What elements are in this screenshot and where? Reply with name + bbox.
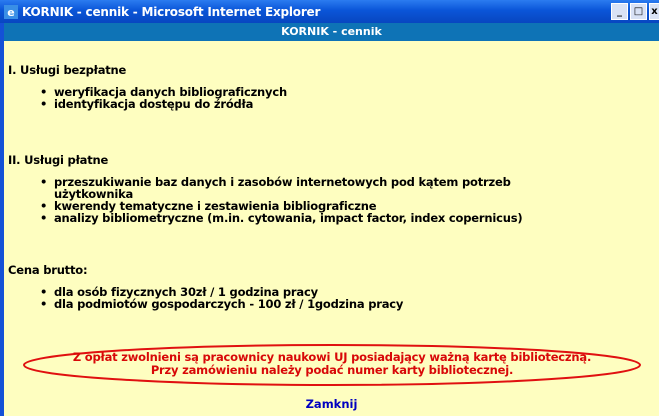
minimize-button[interactable]: _	[611, 3, 628, 20]
list-item: analizy bibliometryczne (m.in. cytowania…	[40, 212, 523, 224]
close-link[interactable]: Zamknij	[4, 397, 659, 411]
section-title: Cena brutto:	[8, 263, 88, 277]
svg-text:e: e	[7, 6, 14, 19]
maximize-button[interactable]: □	[630, 3, 647, 20]
window-controls: _ □ x	[611, 3, 659, 20]
internet-explorer-icon: e	[4, 4, 18, 19]
notice-text: Z opłat zwolnieni są pracownicy naukowi …	[22, 351, 642, 377]
section-title: I. Usługi bezpłatne	[8, 63, 127, 77]
paid-services-list: przeszukiwanie baz danych i zasobów inte…	[4, 176, 523, 224]
list-item: identyfikacja dostępu do źródła	[40, 98, 287, 110]
section-price: Cena brutto: dla osób fizycznych 30zł / …	[4, 263, 403, 319]
list-item: dla podmiotów gospodarczych - 100 zł / 1…	[40, 298, 403, 310]
window-title: KORNIK - cennik - Microsoft Internet Exp…	[22, 4, 321, 19]
exemption-notice: Z opłat zwolnieni są pracownicy naukowi …	[22, 343, 642, 387]
page-header: KORNIK - cennik	[4, 23, 659, 41]
price-list: dla osób fizycznych 30zł / 1 godzina pra…	[4, 286, 403, 310]
section-title: II. Usługi płatne	[8, 153, 109, 167]
close-window-button[interactable]: x	[649, 3, 659, 20]
title-bar[interactable]: e KORNIK - cennik - Microsoft Internet E…	[0, 0, 659, 23]
section-free-services: I. Usługi bezpłatne weryfikacja danych b…	[4, 63, 287, 119]
notice-line: Przy zamówieniu należy podać numer karty…	[150, 363, 514, 377]
list-item: przeszukiwanie baz danych i zasobów inte…	[40, 176, 522, 200]
section-paid-services: II. Usługi płatne przeszukiwanie baz dan…	[4, 153, 523, 233]
page-content: KORNIK - cennik I. Usługi bezpłatne wery…	[4, 23, 659, 416]
browser-window: e KORNIK - cennik - Microsoft Internet E…	[0, 0, 659, 416]
free-services-list: weryfikacja danych bibliograficznych ide…	[4, 86, 287, 110]
